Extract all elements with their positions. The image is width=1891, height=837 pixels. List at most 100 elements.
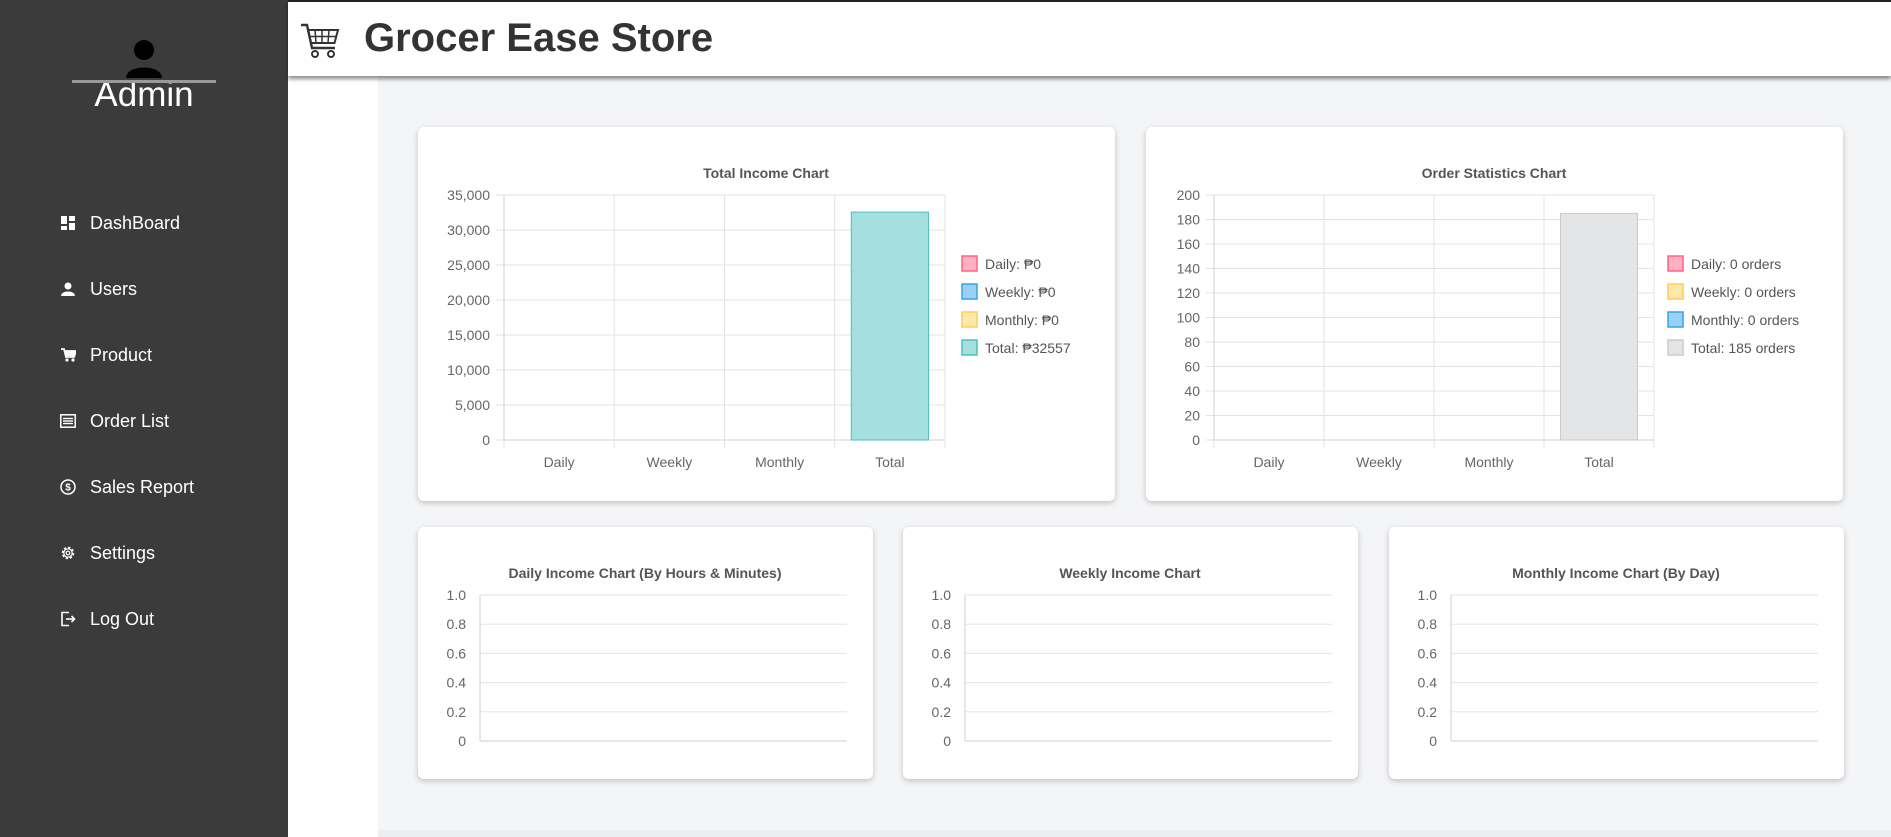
legend-swatch xyxy=(961,339,978,356)
monthly-income-chart-card: Monthly Income Chart (By Day) 1.0 0.8 0.6 0.… xyxy=(1389,527,1844,779)
sidebar-item-order-list[interactable]: Order List xyxy=(0,388,288,454)
chart-title: Daily Income Chart (By Hours & Minutes) xyxy=(508,565,781,581)
y-tick-label: 100 xyxy=(1177,310,1201,326)
weekly-income-chart-card: Weekly Income Chart 1.0 0.8 0.6 0.4 0.2 0 xyxy=(903,527,1358,779)
x-tick-label: Daily xyxy=(544,454,575,470)
y-tick-label: 0.8 xyxy=(932,616,952,632)
dashboard-icon xyxy=(60,215,76,231)
y-tick-label: 180 xyxy=(1177,212,1201,228)
x-tick-label: Monthly xyxy=(755,454,804,470)
sidebar-nav: DashBoard Users Product Order List $ Sal… xyxy=(0,190,288,652)
order-statistics-chart: Order Statistics Chart200180160140120100… xyxy=(1177,165,1800,470)
gear-icon xyxy=(60,545,76,561)
x-tick-label: Total xyxy=(875,454,905,470)
y-tick-label: 5,000 xyxy=(455,397,490,413)
y-tick-label: 0 xyxy=(1429,733,1437,749)
cart-icon xyxy=(60,347,76,363)
y-tick-label: 200 xyxy=(1177,187,1201,203)
legend-label: Weekly: ₱0 xyxy=(985,284,1056,300)
sidebar-item-label: Users xyxy=(90,278,138,299)
legend-swatch xyxy=(1667,339,1684,356)
x-tick-label: Monthly xyxy=(1464,454,1513,470)
list-icon xyxy=(60,413,76,429)
y-tick-label: 0.6 xyxy=(1418,645,1438,661)
y-tick-label: 0.4 xyxy=(932,675,952,691)
y-tick-label: 80 xyxy=(1184,334,1200,350)
legend-label: Daily: 0 orders xyxy=(1691,256,1781,272)
logout-icon xyxy=(60,611,76,627)
chart-title: Weekly Income Chart xyxy=(1059,565,1201,581)
sidebar-item-label: Order List xyxy=(90,410,170,431)
profile: Admin xyxy=(0,38,288,115)
legend-swatch xyxy=(961,255,978,272)
top-header: Grocer Ease Store xyxy=(288,0,1891,76)
user-avatar-icon xyxy=(126,40,162,78)
y-tick-label: 0.6 xyxy=(447,645,467,661)
weekly-income-chart: Weekly Income Chart 1.0 0.8 0.6 0.4 0.2 0 xyxy=(932,565,1332,749)
y-tick-label: 1.0 xyxy=(447,587,467,603)
legend-label: Monthly: 0 orders xyxy=(1691,312,1799,328)
legend-label: Total: ₱32557 xyxy=(985,340,1071,356)
y-tick-label: 0.2 xyxy=(1418,704,1438,720)
y-tick-label: 140 xyxy=(1177,261,1201,277)
sidebar-item-users[interactable]: Users xyxy=(0,256,288,322)
y-tick-label: 1.0 xyxy=(932,587,952,603)
sidebar-item-logout[interactable]: Log Out xyxy=(0,586,288,652)
y-tick-label: 10,000 xyxy=(447,362,490,378)
y-tick-label: 1.0 xyxy=(1418,587,1438,603)
bar-total xyxy=(850,211,929,441)
x-tick-label: Weekly xyxy=(647,454,693,470)
profile-divider xyxy=(72,80,216,83)
chart-title: Order Statistics Chart xyxy=(1422,165,1567,181)
user-icon xyxy=(60,281,76,297)
sidebar-item-product[interactable]: Product xyxy=(0,322,288,388)
order-statistics-chart-card: Order Statistics Chart 200 180 160 140 120 100… xyxy=(1146,127,1843,501)
legend-swatch xyxy=(1667,255,1684,272)
total-income-chart: Total Income Chart 35,000 30,000 25,000 20,0… xyxy=(447,165,1071,470)
chart-title: Total Income Chart xyxy=(703,165,829,181)
sidebar: Admin DashBoard Users Product Order List… xyxy=(0,0,288,837)
app-title: Grocer Ease Store xyxy=(364,16,714,60)
legend-swatch xyxy=(961,311,978,328)
legend-swatch xyxy=(961,283,978,300)
y-tick-label: 40 xyxy=(1184,383,1200,399)
legend-swatch xyxy=(1667,311,1684,328)
x-tick-label: Daily xyxy=(1253,454,1284,470)
dollar-icon: $ xyxy=(60,479,76,495)
sidebar-item-label: Product xyxy=(90,344,153,365)
y-tick-label: 0 xyxy=(482,432,490,448)
y-tick-label: 35,000 xyxy=(447,187,490,203)
y-tick-label: 120 xyxy=(1177,285,1201,301)
monthly-income-chart: Monthly Income Chart (By Day) 1.0 0.8 0.6 0.… xyxy=(1418,565,1818,749)
daily-income-chart-card: Daily Income Chart (By Hours & Minutes) 1… xyxy=(418,527,873,779)
daily-income-chart: Daily Income Chart (By Hours & Minutes) 1… xyxy=(447,565,847,749)
y-tick-label: 0 xyxy=(1192,432,1200,448)
bar-total xyxy=(1560,212,1638,441)
sidebar-item-label: Settings xyxy=(90,542,156,563)
legend-label: Weekly: 0 orders xyxy=(1691,284,1796,300)
sidebar-item-settings[interactable]: Settings xyxy=(0,520,288,586)
sidebar-item-dashboard[interactable]: DashBoard xyxy=(0,190,288,256)
y-tick-label: 0.6 xyxy=(932,645,952,661)
y-tick-label: 0.8 xyxy=(1418,616,1438,632)
y-tick-label: 60 xyxy=(1184,359,1200,375)
sidebar-item-label: DashBoard xyxy=(90,212,181,233)
y-tick-label: 20 xyxy=(1184,408,1200,424)
legend-label: Monthly: ₱0 xyxy=(985,312,1059,328)
y-tick-label: 0 xyxy=(458,733,466,749)
content-footer-strip xyxy=(378,830,1891,837)
total-income-chart-card: Total Income Chart 35,000 30,000 25,000 20,0… xyxy=(418,127,1115,501)
sidebar-item-label: Log Out xyxy=(90,608,155,629)
legend-label: Daily: ₱0 xyxy=(985,256,1041,272)
shopping-cart-icon xyxy=(301,23,340,58)
x-tick-label: Total xyxy=(1584,454,1614,470)
y-tick-label: 25,000 xyxy=(447,257,490,273)
svg-text:$: $ xyxy=(65,483,71,494)
y-tick-label: 15,000 xyxy=(447,327,490,343)
sidebar-item-label: Sales Report xyxy=(90,476,195,497)
legend-label: Total: 185 orders xyxy=(1691,340,1795,356)
legend-swatch xyxy=(1667,283,1684,300)
y-tick-label: 0.2 xyxy=(932,704,952,720)
sidebar-item-sales-report[interactable]: $ Sales Report xyxy=(0,454,288,520)
chart-title: Monthly Income Chart (By Day) xyxy=(1512,565,1720,581)
